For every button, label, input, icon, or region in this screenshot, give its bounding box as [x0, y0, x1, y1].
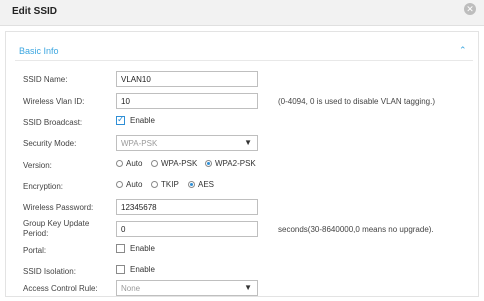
- section-divider: [15, 60, 473, 61]
- dialog-titlebar: Edit SSID ✕: [0, 0, 484, 26]
- encryption-option-auto[interactable]: Auto: [116, 180, 142, 189]
- group-key-update-input[interactable]: [116, 221, 258, 237]
- chevron-down-icon: ▼: [244, 138, 252, 147]
- encryption-label: Encryption:: [23, 182, 64, 191]
- security-mode-select[interactable]: WPA-PSK ▼: [116, 135, 258, 151]
- row-group-key-update: Group Key Update Period: seconds(30-8640…: [6, 219, 478, 239]
- chevron-down-icon: ▼: [244, 283, 252, 292]
- row-access-control-rule: Access Control Rule: None ▼: [6, 280, 478, 298]
- vlan-id-hint: (0-4094, 0 is used to disable VLAN taggi…: [278, 97, 435, 106]
- access-control-rule-select[interactable]: None ▼: [116, 280, 258, 296]
- version-option-wpa2-psk[interactable]: WPA2-PSK: [205, 159, 256, 168]
- radio-icon: [116, 181, 123, 188]
- row-version: Version: Auto WPA-PSK WPA2-PSK: [6, 157, 478, 175]
- radio-selected-icon: [188, 181, 195, 188]
- security-mode-value: WPA-PSK: [121, 139, 158, 148]
- encryption-option-tkip[interactable]: TKIP: [151, 180, 179, 189]
- radio-selected-icon: [205, 160, 212, 167]
- access-control-rule-value: None: [121, 284, 141, 293]
- wireless-password-label: Wireless Password:: [23, 203, 94, 212]
- portal-label: Portal:: [23, 246, 47, 255]
- group-key-update-hint: seconds(30-8640000,0 means no upgrade).: [278, 225, 434, 234]
- ssid-name-input[interactable]: [116, 71, 258, 87]
- version-option-wpa-psk[interactable]: WPA-PSK: [151, 159, 197, 168]
- ssid-broadcast-enable-label: Enable: [130, 116, 155, 125]
- ssid-name-label: SSID Name:: [23, 75, 68, 84]
- vlan-id-label: Wireless Vlan ID:: [23, 97, 85, 106]
- row-portal: Portal: Enable: [6, 242, 478, 260]
- row-ssid-name: SSID Name:: [6, 71, 478, 89]
- version-label: Version:: [23, 161, 52, 170]
- row-encryption: Encryption: Auto TKIP AES: [6, 178, 478, 196]
- row-wireless-password: Wireless Password:: [6, 199, 478, 217]
- section-title: Basic Info: [19, 46, 59, 56]
- row-security-mode: Security Mode: WPA-PSK ▼: [6, 135, 478, 153]
- portal-enable-label: Enable: [130, 244, 155, 253]
- radio-icon: [151, 160, 158, 167]
- row-vlan-id: Wireless Vlan ID: (0-4094, 0 is used to …: [6, 93, 478, 111]
- access-control-rule-label: Access Control Rule:: [23, 284, 98, 293]
- ssid-isolation-label: SSID Isolation:: [23, 267, 76, 276]
- group-key-update-label: Group Key Update Period:: [23, 219, 90, 238]
- row-ssid-isolation: SSID Isolation: Enable: [6, 263, 478, 281]
- vlan-id-input[interactable]: [116, 93, 258, 109]
- version-option-auto[interactable]: Auto: [116, 159, 142, 168]
- basic-info-panel: Basic Info ⌃ SSID Name: Wireless Vlan ID…: [5, 31, 479, 297]
- dialog-title: Edit SSID: [12, 6, 58, 17]
- ssid-isolation-enable-label: Enable: [130, 265, 155, 274]
- security-mode-label: Security Mode:: [23, 139, 77, 148]
- row-ssid-broadcast: SSID Broadcast: Enable: [6, 114, 478, 132]
- portal-checkbox[interactable]: [116, 244, 125, 253]
- wireless-password-input[interactable]: [116, 199, 258, 215]
- radio-icon: [151, 181, 158, 188]
- ssid-broadcast-checkbox[interactable]: [116, 114, 125, 125]
- chevron-up-icon[interactable]: ⌃: [459, 45, 467, 56]
- radio-icon: [116, 160, 123, 167]
- encryption-option-aes[interactable]: AES: [188, 180, 214, 189]
- close-icon[interactable]: ✕: [464, 3, 476, 15]
- ssid-isolation-checkbox[interactable]: [116, 265, 125, 274]
- ssid-broadcast-label: SSID Broadcast:: [23, 118, 83, 127]
